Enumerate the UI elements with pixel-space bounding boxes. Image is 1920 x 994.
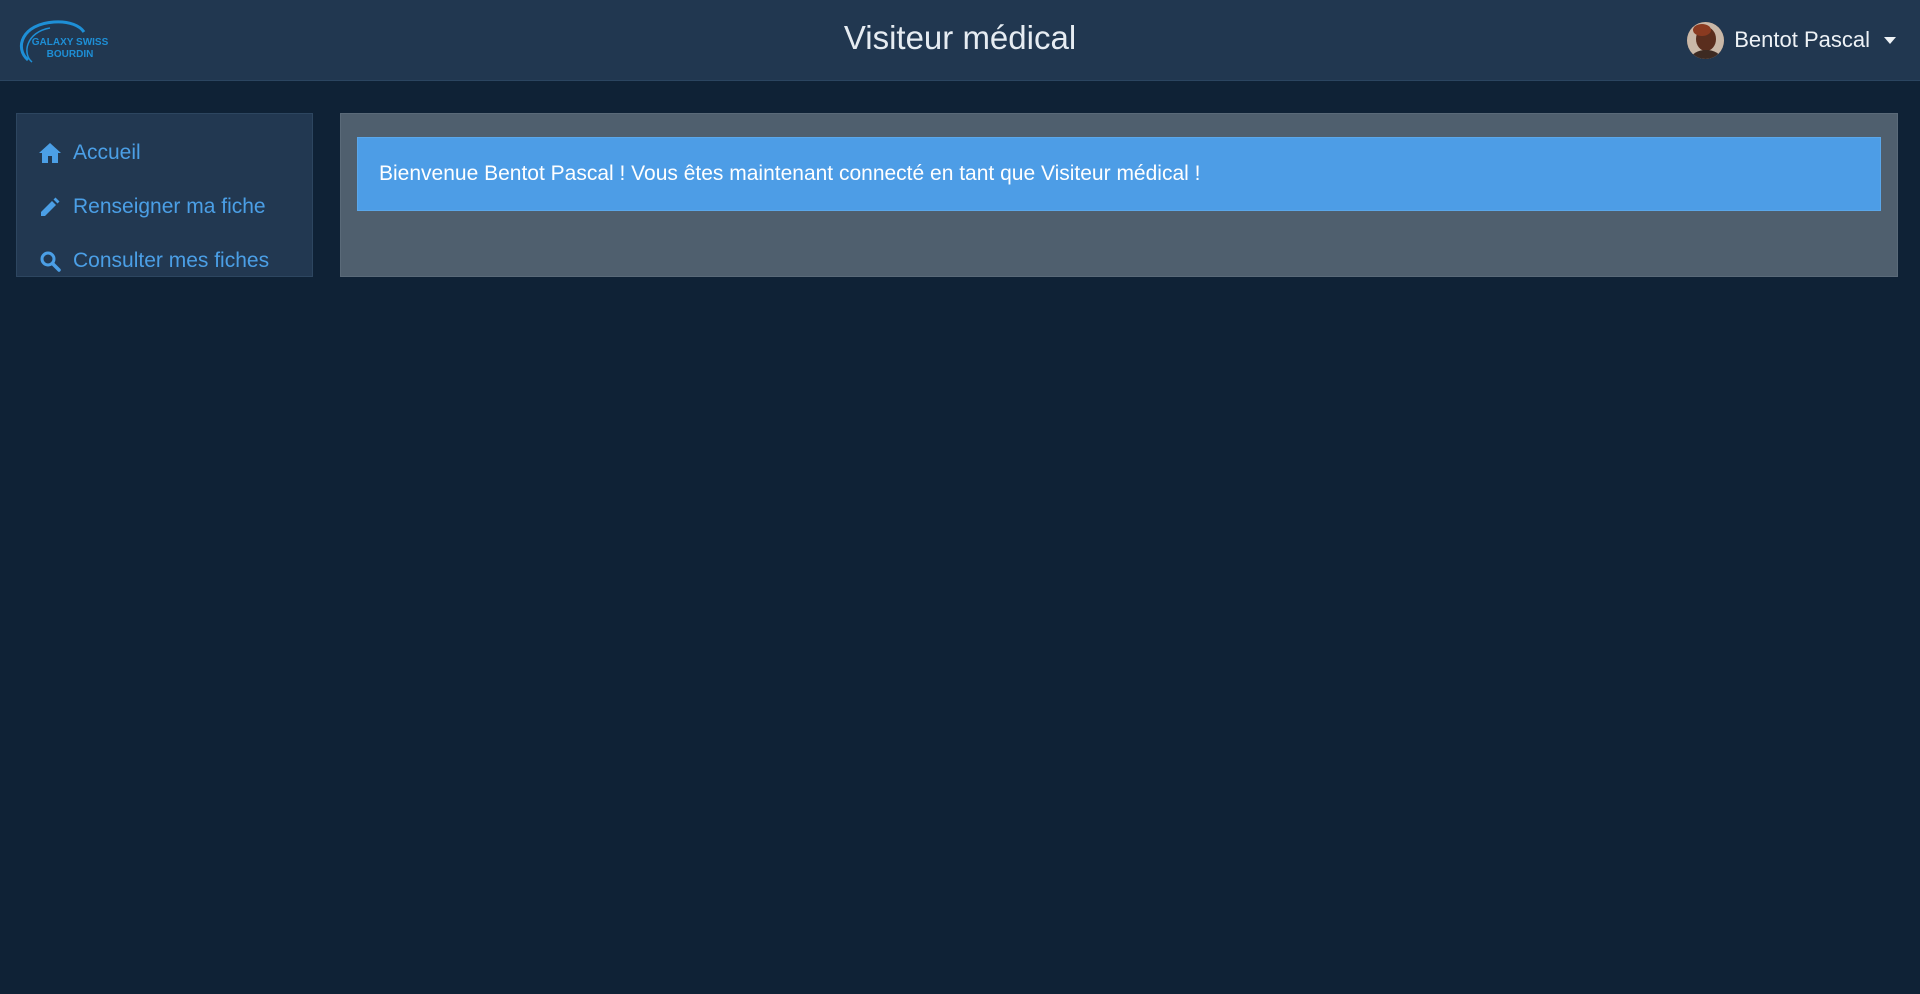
logo-text: GALAXY SWISS BOURDIN: [30, 37, 110, 61]
top-navbar: GALAXY SWISS BOURDIN Visiteur médical Be…: [0, 0, 1920, 81]
welcome-message: Bienvenue Bentot Pascal ! Vous êtes main…: [379, 162, 1201, 185]
user-avatar: [1687, 21, 1725, 59]
page-title: Visiteur médical: [843, 19, 1077, 56]
sidebar-item-label: Consulter mes fiches: [73, 249, 270, 272]
sidebar-item-label: Accueil: [73, 141, 141, 164]
home-icon: [37, 140, 63, 166]
sidebar-nav: Accueil Renseigner ma fiche Consulter me…: [16, 113, 313, 277]
welcome-alert: Bienvenue Bentot Pascal ! Vous êtes main…: [357, 137, 1881, 211]
company-logo[interactable]: GALAXY SWISS BOURDIN: [14, 18, 110, 66]
avatar-photo-icon: [1687, 21, 1725, 59]
sidebar-item-renseigner-fiche[interactable]: Renseigner ma fiche: [17, 180, 312, 234]
chevron-down-icon: [1884, 36, 1896, 44]
pencil-icon: [37, 194, 63, 220]
logo-text-line: GALAXY SWISS BOURDIN: [31, 37, 109, 60]
user-name: Bentot Pascal: [1734, 27, 1870, 52]
sidebar-item-label: Renseigner ma fiche: [73, 195, 266, 218]
sidebar-item-accueil[interactable]: Accueil: [17, 126, 312, 180]
sidebar-item-consulter-fiches[interactable]: Consulter mes fiches: [17, 234, 312, 288]
search-icon: [37, 248, 63, 274]
user-menu-dropdown[interactable]: Bentot Pascal: [1687, 21, 1896, 59]
main-content-panel: Bienvenue Bentot Pascal ! Vous êtes main…: [340, 113, 1898, 277]
